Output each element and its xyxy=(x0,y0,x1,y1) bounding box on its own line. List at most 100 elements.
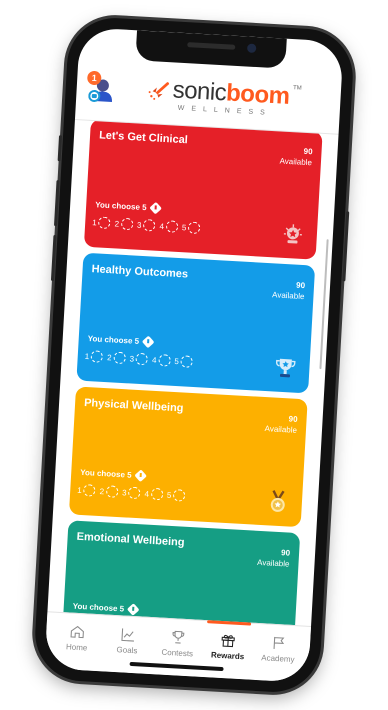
phone-frame: 1 sonicboom TM WELLNESS Let's Get Clinic… xyxy=(32,15,356,695)
card-available-label: Available xyxy=(264,424,298,435)
slot[interactable]: 5 xyxy=(167,489,186,502)
slot[interactable]: 3 xyxy=(121,486,141,500)
slot-number: 2 xyxy=(106,352,112,362)
empty-slot-icon xyxy=(165,220,179,233)
slot-number: 3 xyxy=(121,487,127,497)
trophy-icon xyxy=(172,630,185,644)
empty-slot-icon xyxy=(158,354,171,367)
volume-up-button xyxy=(53,180,60,227)
reward-card-emotional-wellbeing[interactable]: Emotional Wellbeing 90 Available You cho… xyxy=(61,520,301,627)
home-icon xyxy=(70,625,85,639)
info-icon[interactable] xyxy=(127,603,140,616)
logo-sonic: sonic xyxy=(172,76,227,107)
empty-slot-icon xyxy=(98,216,112,230)
reward-card-clinical[interactable]: Let's Get Clinical 90 Available You choo… xyxy=(83,119,323,260)
info-icon[interactable] xyxy=(149,201,163,215)
reward-card-healthy-outcomes[interactable]: Healthy Outcomes 90 Available You choose… xyxy=(76,252,316,394)
selection-slots: 1 2 3 4 5 xyxy=(84,350,194,368)
slot-number: 1 xyxy=(84,351,90,361)
slot-number: 5 xyxy=(174,356,180,366)
volume-down-button xyxy=(50,234,57,282)
info-icon[interactable] xyxy=(134,469,148,483)
slot-number: 5 xyxy=(181,222,187,232)
slot-number: 1 xyxy=(77,485,82,495)
tab-label: Academy xyxy=(261,653,295,665)
front-camera xyxy=(246,43,257,53)
choose-text: You choose 5 xyxy=(80,467,132,480)
selection-slots: 1 2 3 4 5 xyxy=(92,216,201,235)
slot-number: 2 xyxy=(114,218,120,229)
empty-slot-icon xyxy=(150,487,164,501)
tab-label: Home xyxy=(65,642,88,653)
slot[interactable]: 4 xyxy=(159,220,179,233)
tab-label: Rewards xyxy=(210,650,245,662)
choose-text: You choose 5 xyxy=(87,334,140,346)
choose-label: You choose 5 xyxy=(80,467,148,483)
slot[interactable]: 2 xyxy=(114,217,134,231)
avatar[interactable]: 1 xyxy=(86,70,113,103)
power-button xyxy=(342,211,350,282)
empty-slot-icon xyxy=(180,355,194,368)
empty-slot-icon xyxy=(113,351,126,365)
slot[interactable]: 5 xyxy=(174,355,194,368)
slot-number: 5 xyxy=(166,490,172,500)
card-title: Healthy Outcomes xyxy=(91,263,189,281)
sonicboom-logo: sonicboom TM WELLNESS xyxy=(145,75,307,124)
slot[interactable]: 1 xyxy=(92,216,112,230)
card-title: Emotional Wellbeing xyxy=(76,530,185,549)
trophy-cup-icon xyxy=(276,358,296,378)
slot-number: 3 xyxy=(136,220,142,230)
tab-academy[interactable]: Academy xyxy=(253,624,304,683)
slot-number: 4 xyxy=(144,488,150,499)
choose-label: You choose 5 xyxy=(94,200,163,215)
stage: 1 sonicboom TM WELLNESS Let's Get Clinic… xyxy=(0,0,388,710)
card-title: Let's Get Clinical xyxy=(98,129,189,147)
medal-icon xyxy=(270,490,285,512)
choose-text: You choose 5 xyxy=(94,200,147,213)
slot[interactable]: 2 xyxy=(106,351,126,365)
empty-slot-icon xyxy=(128,486,141,500)
tab-rewards[interactable]: Rewards xyxy=(202,620,253,680)
empty-slot-icon xyxy=(105,485,119,498)
empty-slot-icon xyxy=(90,350,104,363)
slot[interactable]: 4 xyxy=(152,354,171,367)
card-available-label: Available xyxy=(256,557,290,569)
speaker xyxy=(187,42,236,50)
selection-slots: 1 2 3 4 5 xyxy=(77,484,186,502)
choose-label: You choose 5 xyxy=(87,334,155,349)
empty-slot-icon xyxy=(120,217,134,231)
flag-icon xyxy=(273,636,285,649)
slot[interactable]: 1 xyxy=(84,350,104,363)
card-title: Physical Wellbeing xyxy=(83,396,184,415)
tab-home[interactable]: Home xyxy=(51,613,102,672)
info-icon[interactable] xyxy=(142,335,155,349)
rewards-list[interactable]: Let's Get Clinical 90 Available You choo… xyxy=(47,119,338,627)
slot[interactable]: 3 xyxy=(129,352,149,366)
empty-slot-icon xyxy=(135,352,149,366)
logo-trademark: TM xyxy=(292,85,302,92)
slot[interactable]: 3 xyxy=(136,218,156,232)
card-count: 90 xyxy=(295,280,306,291)
tab-label: Contests xyxy=(161,647,194,659)
slot[interactable]: 1 xyxy=(77,484,97,497)
slot[interactable]: 2 xyxy=(99,485,119,498)
choose-text: You choose 5 xyxy=(72,601,125,614)
card-count: 90 xyxy=(303,146,313,157)
scrollbar[interactable] xyxy=(319,239,329,370)
notch xyxy=(135,30,287,69)
slot-number: 4 xyxy=(159,221,165,231)
logo-boom: boom xyxy=(225,79,291,110)
rocket-icon xyxy=(148,82,170,100)
tab-label: Goals xyxy=(116,645,138,656)
screen: 1 sonicboom TM WELLNESS Let's Get Clinic… xyxy=(44,27,344,683)
trophy-star-icon xyxy=(283,224,302,244)
slot-number: 3 xyxy=(129,353,135,364)
goals-icon xyxy=(120,628,134,642)
card-count: 90 xyxy=(280,548,291,558)
reward-card-physical-wellbeing[interactable]: Physical Wellbeing 90 Available You choo… xyxy=(68,386,308,528)
slot[interactable]: 4 xyxy=(144,487,164,501)
slot[interactable]: 5 xyxy=(181,221,201,235)
slot-number: 4 xyxy=(151,355,157,365)
slot-number: 1 xyxy=(92,217,97,227)
mute-switch xyxy=(57,135,63,162)
